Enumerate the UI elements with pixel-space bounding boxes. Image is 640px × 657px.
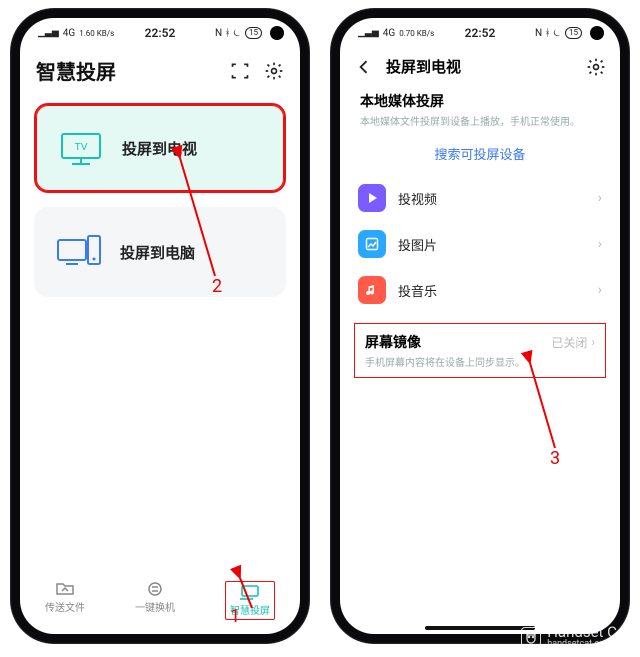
tab-transfer-label: 传送文件 (45, 599, 85, 614)
gesture-bar (425, 626, 535, 630)
app-header: 智慧投屏 (20, 48, 300, 99)
menu-cast-video-label: 投视频 (398, 189, 586, 208)
cast-to-pc-card[interactable]: 投屏到电脑 (34, 207, 286, 297)
section-local-media-sub: 本地媒体文件投屏到设备上播放，手机正常使用。 (340, 111, 620, 138)
cast-to-tv-label: 投屏到电视 (122, 138, 197, 159)
clock: 22:52 (465, 26, 496, 40)
battery-indicator: 15 (245, 27, 262, 39)
bottom-navigation: 传送文件 一键换机 智慧投屏 (20, 575, 300, 624)
screen-icon (240, 584, 260, 600)
tv-icon-text: TV (75, 142, 88, 153)
watermark-text: Handset Cat (547, 625, 630, 640)
status-bar: ▁▃▅ 4G 1.60 KB/s 22:52 N ᚼ ⏾ 15 (20, 18, 300, 48)
folder-icon (55, 581, 75, 597)
tab-clone-label: 一键换机 (135, 599, 175, 614)
menu-cast-music[interactable]: 投音乐 › (358, 267, 602, 313)
chevron-right-icon: › (598, 282, 602, 298)
phone-right: ▁▃▅ 4G 0.70 KB/s 22:52 N ᚼ ⏾ 15 投屏到电视 (330, 8, 630, 644)
swap-icon (145, 581, 165, 597)
tv-icon: TV (58, 128, 104, 168)
signal-icon: ▁▃▅ (38, 29, 59, 38)
watermark-url: handsetcat.com (547, 640, 630, 649)
page-title: 智慧投屏 (36, 56, 116, 85)
back-icon[interactable] (354, 57, 374, 77)
screen-mirror-row[interactable]: 屏幕镜像 已关闭 › 手机屏幕内容将在设备上同步显示。 (354, 323, 606, 378)
status-extras: N ᚼ ⏾ (215, 28, 241, 39)
clock: 22:52 (145, 26, 176, 40)
cast-to-tv-card[interactable]: TV 投屏到电视 (34, 103, 286, 193)
camera-hole (590, 26, 604, 40)
image-icon (358, 230, 386, 258)
camera-hole (270, 26, 284, 40)
menu-cast-image[interactable]: 投图片 › (358, 221, 602, 267)
signal-type: 4G (63, 28, 75, 39)
screen-mirror-sub: 手机屏幕内容将在设备上同步显示。 (365, 354, 595, 369)
phone-left: ▁▃▅ 4G 1.60 KB/s 22:52 N ᚼ ⏾ 15 智慧投屏 (10, 8, 310, 644)
signal-icon: ▁▃▅ (358, 29, 379, 38)
annotation-3: 3 (550, 448, 560, 469)
cat-icon (521, 627, 541, 647)
battery-indicator: 15 (565, 27, 582, 39)
screen-mirror-title: 屏幕镜像 (365, 332, 421, 352)
scan-icon[interactable] (230, 61, 250, 81)
tab-smartcast-label: 智慧投屏 (230, 602, 270, 617)
chevron-right-icon: › (591, 335, 595, 349)
search-devices-link[interactable]: 搜索可投屏设备 (340, 138, 620, 175)
menu-cast-image-label: 投图片 (398, 235, 586, 254)
signal-type: 4G (383, 28, 395, 39)
gear-icon[interactable] (586, 57, 606, 77)
tab-clone[interactable]: 一键换机 (135, 581, 175, 620)
page-title: 投屏到电视 (386, 56, 574, 77)
net-speed: 0.70 KB/s (399, 29, 434, 38)
chevron-right-icon: › (598, 190, 602, 206)
watermark: Handset Cat handsetcat.com (521, 625, 630, 649)
gear-icon[interactable] (264, 61, 284, 81)
menu-cast-music-label: 投音乐 (398, 281, 586, 300)
menu-cast-video[interactable]: 投视频 › (358, 175, 602, 221)
music-icon (358, 276, 386, 304)
section-local-media-title: 本地媒体投屏 (340, 83, 620, 111)
play-icon (358, 184, 386, 212)
pc-icon (56, 232, 102, 272)
status-bar: ▁▃▅ 4G 0.70 KB/s 22:52 N ᚼ ⏾ 15 (340, 18, 620, 48)
tab-smartcast[interactable]: 智慧投屏 (225, 581, 275, 620)
cast-to-pc-label: 投屏到电脑 (120, 242, 195, 263)
sub-header: 投屏到电视 (340, 48, 620, 83)
net-speed: 1.60 KB/s (79, 29, 114, 38)
status-extras: N ᚼ ⏾ (535, 28, 561, 39)
screen-mirror-value: 已关闭 (551, 334, 587, 351)
tab-transfer[interactable]: 传送文件 (45, 581, 85, 620)
chevron-right-icon: › (598, 236, 602, 252)
